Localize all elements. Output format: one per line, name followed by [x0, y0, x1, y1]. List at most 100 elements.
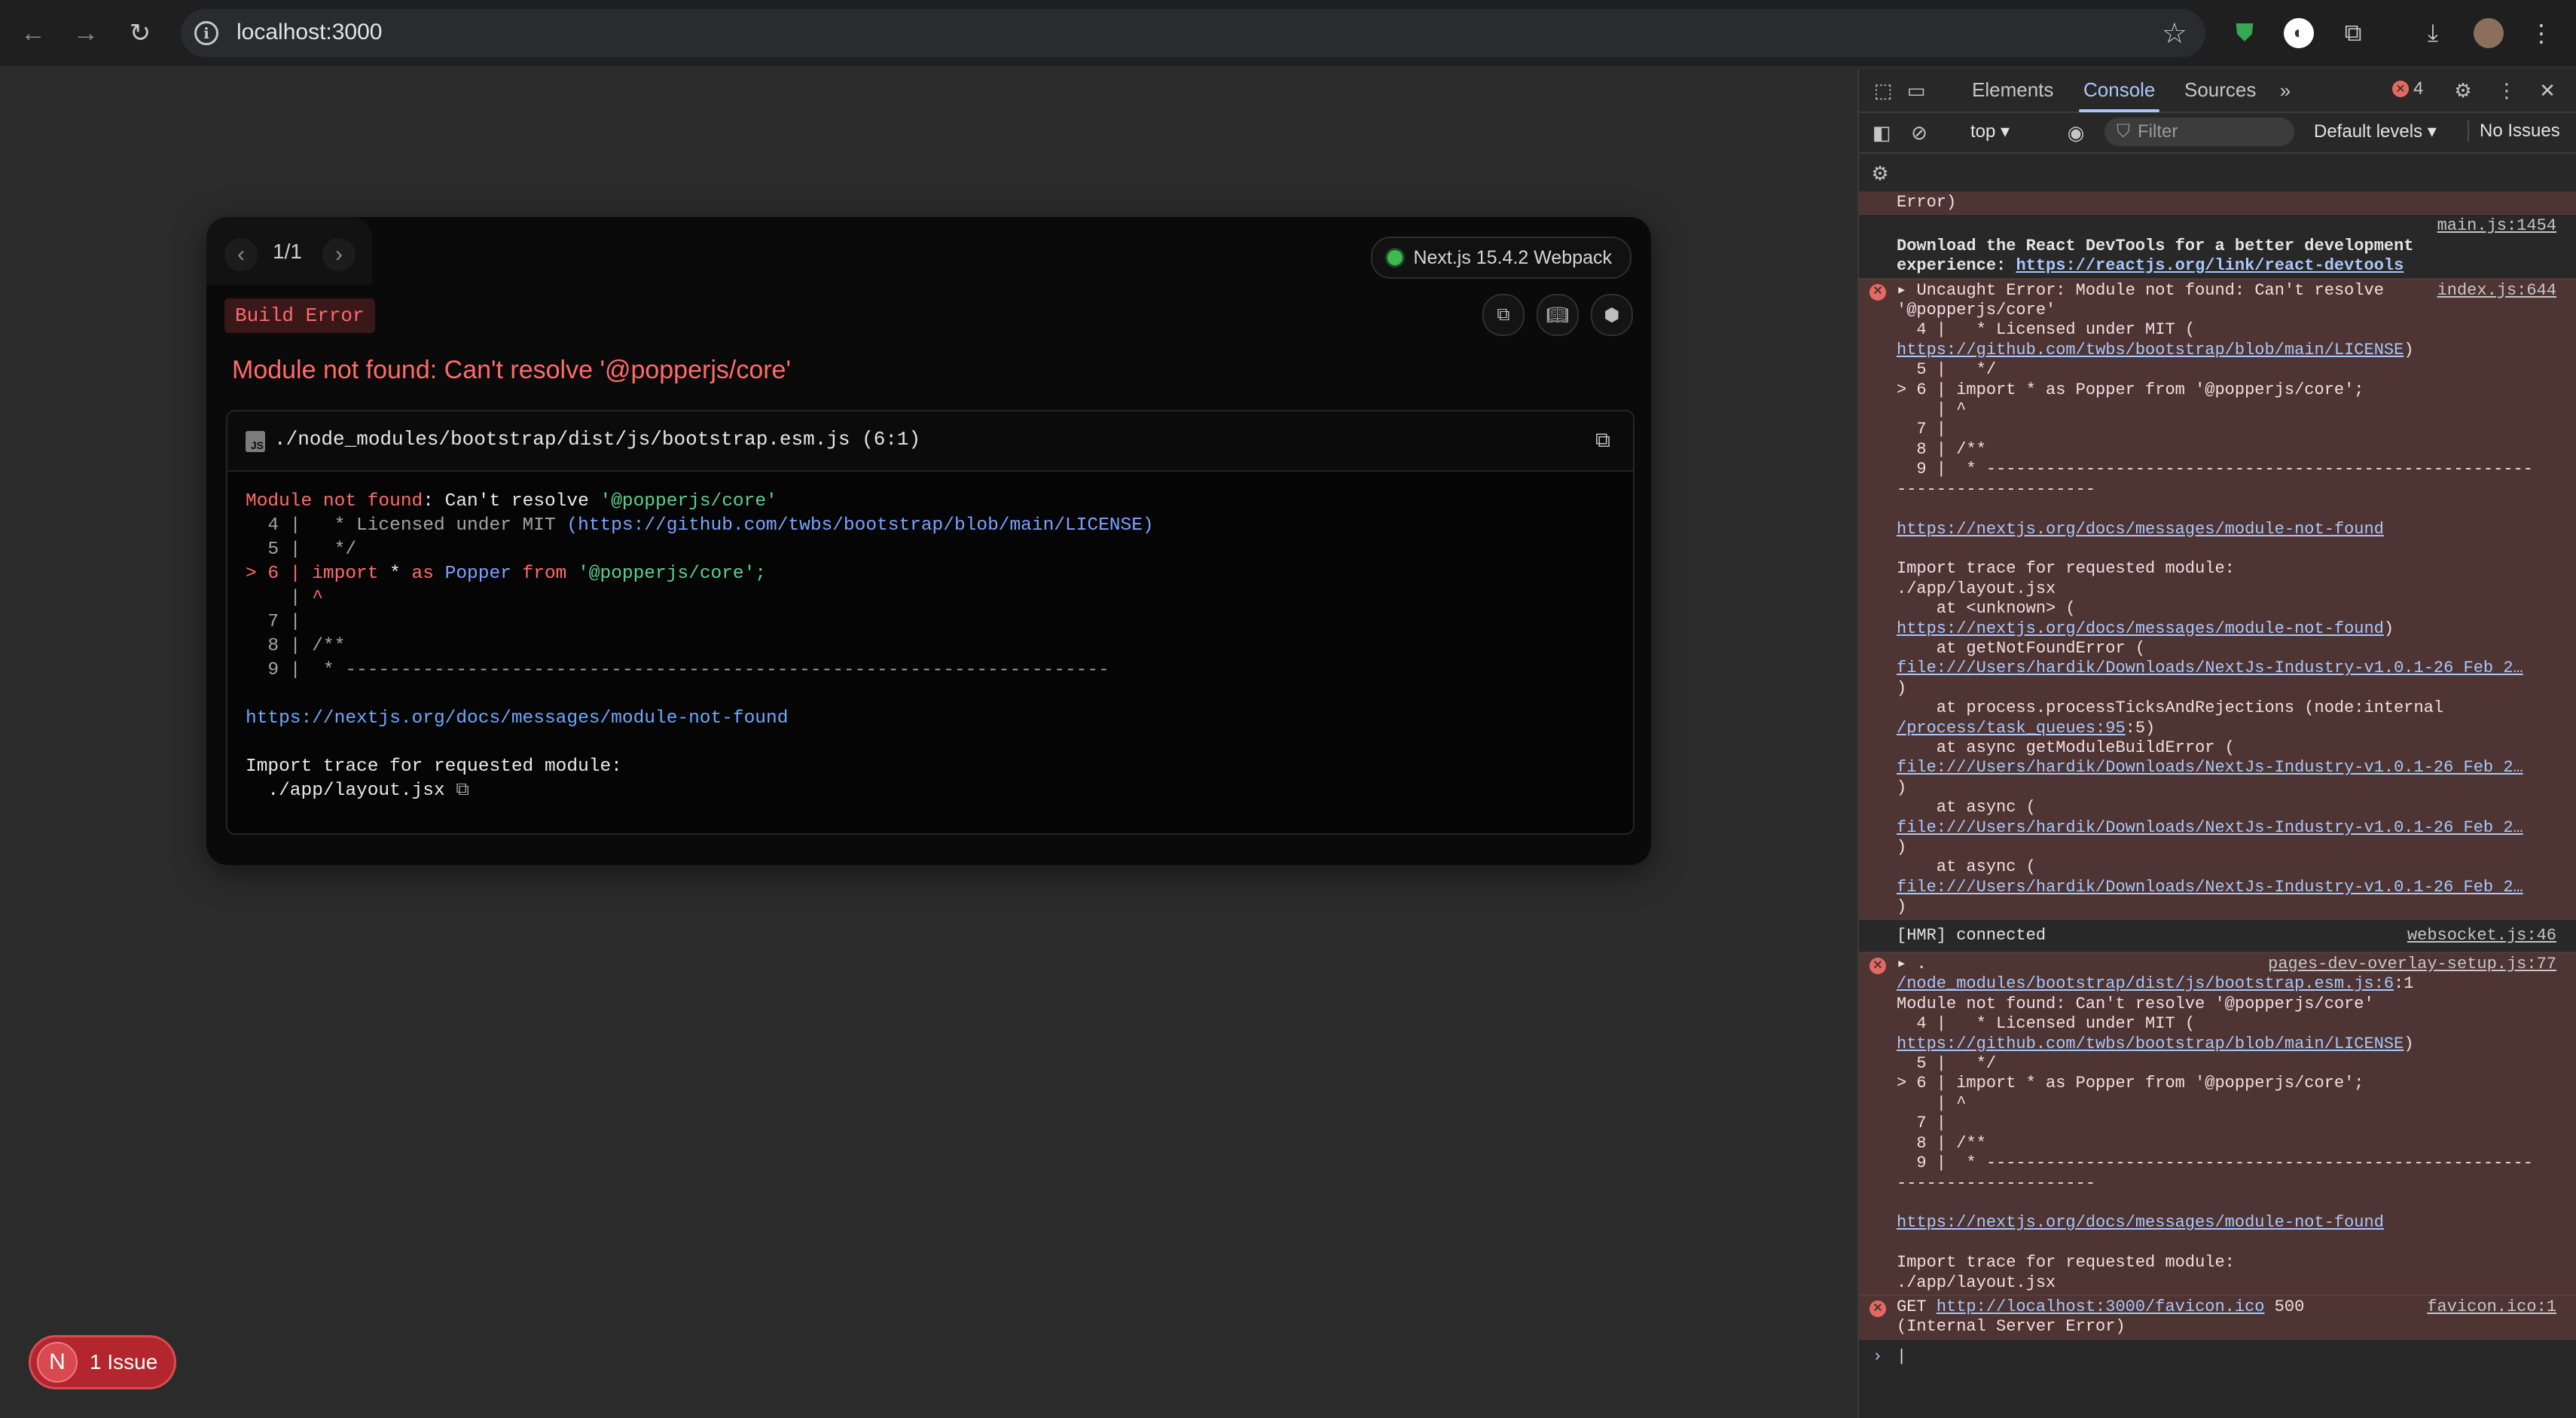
issues-label: 1 Issue: [90, 1350, 158, 1374]
close-icon[interactable]: ✕: [2534, 77, 2561, 104]
console-settings-icon[interactable]: ⚙: [1866, 160, 1894, 187]
console-link[interactable]: /node_modules/bootstrap/dist/js/bootstra…: [1897, 974, 2394, 993]
eye-icon[interactable]: ◉: [2062, 119, 2089, 146]
shield-extension-icon[interactable]: ⛊: [2227, 15, 2263, 51]
console-error-message[interactable]: ✕ index.js:644 ▸ Uncaught Error: Module no…: [1859, 278, 2576, 920]
import-trace-label: Import trace for requested module:: [246, 756, 622, 777]
source-link[interactable]: pages-dev-overlay-setup.js:77: [2262, 955, 2556, 975]
console-output: Error) main.js:1454 Download the React D…: [1859, 191, 2576, 1418]
console-text: Download the React DevTools for a better…: [1897, 236, 2414, 255]
source-link[interactable]: favicon.ico:1: [2421, 1297, 2556, 1318]
log-levels-select[interactable]: Default levels ▾: [2314, 121, 2437, 142]
console-text: ./app/layout.jsx: [1897, 579, 2056, 598]
sidebar-toggle-icon[interactable]: ◧: [1868, 119, 1895, 146]
nextjs-error-overlay: ‹ 1/1 › Next.js 15.4.2 Webpack Build Err…: [206, 217, 1651, 865]
info-icon[interactable]: i: [194, 21, 218, 45]
tab-sources[interactable]: Sources: [2184, 78, 2256, 102]
tab-elements[interactable]: Elements: [1972, 78, 2053, 102]
puzzle-icon[interactable]: ⧉: [2335, 15, 2371, 51]
console-text: --------------------: [1897, 1173, 2096, 1193]
extension-icon[interactable]: ◐: [2281, 15, 2317, 51]
console-input-caret[interactable]: |: [1897, 1347, 1906, 1366]
console-text: ): [1897, 778, 1907, 797]
address-bar[interactable]: i localhost:3000 ☆: [181, 9, 2205, 57]
code-token: *: [378, 564, 412, 584]
issues-button[interactable]: N 1 Issue: [29, 1335, 176, 1389]
console-link[interactable]: https://github.com/twbs/bootstrap/blob/m…: [1897, 341, 2404, 359]
source-link[interactable]: index.js:644: [2431, 280, 2556, 301]
console-error-message[interactable]: ✕ favicon.ico:1 GET http://localhost:3000/…: [1859, 1294, 2576, 1340]
forward-icon[interactable]: →: [68, 15, 104, 51]
console-text: Import trace for requested module:: [1897, 559, 2235, 579]
code-token: : Can't resolve: [423, 491, 600, 512]
console-link[interactable]: https://github.com/twbs/bootstrap/blob/m…: [1897, 1034, 2404, 1053]
console-text: :5): [2125, 718, 2156, 738]
console-link[interactable]: file:///Users/hardik/Downloads/NextJs-In…: [1897, 818, 2523, 837]
inspect-element-icon[interactable]: ⬚: [1869, 77, 1897, 104]
copy-icon[interactable]: ⧉: [1482, 294, 1525, 336]
console-prompt[interactable]: › |: [1859, 1340, 2576, 1368]
open-in-editor-icon[interactable]: ⧉: [1595, 428, 1610, 453]
console-text[interactable]: ▸ Uncaught Error: Module not found: Can'…: [1897, 281, 2384, 300]
star-icon[interactable]: ☆: [2162, 17, 2187, 50]
error-icon: ✕: [1869, 958, 1886, 975]
console-link[interactable]: https://nextjs.org/docs/messages/module-…: [1897, 619, 2384, 638]
console-text[interactable]: ▸ .: [1897, 955, 1927, 973]
chevron-left-icon[interactable]: ‹: [224, 238, 258, 271]
console-text: at <unknown> (: [1897, 599, 2076, 619]
source-link[interactable]: main.js:1454: [2431, 216, 2556, 236]
error-pager: ‹ 1/1 ›: [206, 217, 372, 285]
console-text: Import trace for requested module:: [1897, 1253, 2235, 1273]
device-toolbar-icon[interactable]: ▭: [1903, 77, 1930, 104]
console-link[interactable]: file:///Users/hardik/Downloads/NextJs-In…: [1897, 758, 2523, 777]
error-icon: ✕: [1869, 283, 1886, 301]
profile-avatar[interactable]: [2471, 15, 2507, 51]
version-label: Next.js 15.4.2 Webpack: [1413, 246, 1612, 268]
console-link[interactable]: /process/task_queues:95: [1897, 719, 2126, 738]
docs-link[interactable]: https://nextjs.org/docs/messages/module-…: [246, 708, 788, 729]
code-frame: JS ./node_modules/bootstrap/dist/js/boot…: [226, 410, 1634, 835]
chevron-right-icon[interactable]: ›: [322, 238, 356, 271]
download-icon[interactable]: ⤓: [2415, 15, 2451, 51]
import-trace-file[interactable]: ./app/layout.jsx: [246, 781, 444, 801]
version-badge[interactable]: Next.js 15.4.2 Webpack: [1371, 237, 1631, 279]
console-link[interactable]: https://reactjs.org/link/react-devtools: [2016, 256, 2404, 275]
reload-icon[interactable]: ↻: [122, 15, 158, 51]
issues-status[interactable]: No Issues: [2468, 121, 2560, 142]
menu-icon[interactable]: ⋮: [2523, 15, 2559, 51]
console-link[interactable]: https://nextjs.org/docs/messages/module-…: [1897, 520, 2384, 539]
console-link[interactable]: file:///Users/hardik/Downloads/NextJs-In…: [1897, 878, 2523, 897]
source-link[interactable]: websocket.js:46: [2401, 926, 2556, 946]
settings-gear-icon[interactable]: ⚙: [2449, 77, 2477, 104]
status-dot-icon: [1387, 250, 1403, 265]
code-file-path: ./node_modules/bootstrap/dist/js/bootstr…: [274, 428, 921, 451]
nodejs-icon[interactable]: ⬢: [1591, 294, 1633, 336]
context-select[interactable]: top ▾: [1970, 121, 2010, 142]
console-text: 500: [2264, 1297, 2305, 1316]
code-line: 5 | */: [246, 539, 357, 560]
js-file-icon: JS: [246, 431, 265, 452]
back-icon[interactable]: ←: [15, 15, 51, 51]
console-text: ): [2404, 1034, 2414, 1053]
console-error-message[interactable]: ✕ pages-dev-overlay-setup.js:77 ▸ . /node_…: [1859, 952, 2576, 1295]
console-text: 5 | */: [1897, 1054, 1997, 1074]
external-link-icon[interactable]: ⧉: [456, 781, 469, 801]
kebab-menu-icon[interactable]: ⋮: [2493, 77, 2520, 104]
console-link[interactable]: file:///Users/hardik/Downloads/NextJs-In…: [1897, 659, 2523, 677]
console-link[interactable]: https://nextjs.org/docs/messages/module-…: [1897, 1213, 2384, 1232]
code-token: |: [246, 588, 313, 608]
more-tabs-icon[interactable]: »: [2272, 77, 2299, 104]
url-text[interactable]: localhost:3000: [237, 20, 382, 45]
clear-console-icon[interactable]: ⊘: [1906, 119, 1933, 146]
tab-console[interactable]: Console: [2078, 78, 2160, 112]
console-text: ): [1897, 897, 1907, 917]
console-text: ): [1897, 678, 1907, 698]
filter-input[interactable]: ⛉ Filter: [2104, 118, 2294, 146]
console-text: 5 | */: [1897, 360, 1997, 380]
error-counter[interactable]: ✕ 4: [2392, 78, 2423, 99]
docs-book-icon[interactable]: 📖︎: [1537, 294, 1579, 336]
code-frame-body: Module not found: Can't resolve '@popper…: [227, 472, 1633, 821]
console-link[interactable]: http://localhost:3000/favicon.ico: [1937, 1297, 2265, 1316]
console-settings-row: ⚙: [1859, 154, 2576, 194]
console-text: [HMR] connected: [1897, 925, 2046, 945]
